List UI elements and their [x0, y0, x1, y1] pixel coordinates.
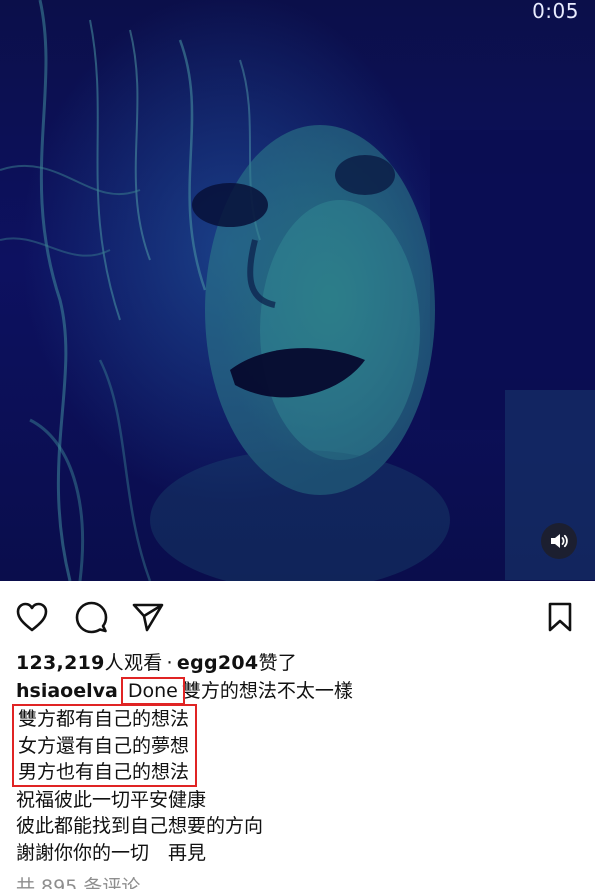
view-count-suffix: 人观看 — [104, 652, 163, 674]
save-button[interactable] — [542, 599, 578, 635]
caption-first-line: hsiaoelva Done 雙方的想法不太一樣 — [16, 677, 581, 705]
caption-line: 雙方都有自己的想法 — [18, 708, 190, 731]
comment-button[interactable] — [73, 599, 109, 635]
caption-line: 謝謝你你的一切 再見 — [16, 841, 207, 864]
mute-toggle-button[interactable] — [541, 523, 577, 559]
view-count-line[interactable]: 123,219人观看 · egg204赞了 — [16, 650, 581, 678]
highlighted-word: Done — [120, 677, 185, 705]
comment-icon — [75, 601, 108, 634]
instagram-post: 0:05 123,219人观看 · egg204赞了 hsiaoelva Don… — [0, 0, 595, 889]
highlighted-caption-block: 雙方都有自己的想法 女方還有自己的夢想 男方也有自己的想法 — [12, 704, 198, 788]
post-action-bar — [0, 595, 595, 639]
view-all-comments-link[interactable]: 共 895 条评论 — [16, 874, 140, 889]
speaker-icon — [551, 534, 568, 548]
caption-line: 祝福彼此一切平安健康 — [16, 789, 207, 812]
caption-username[interactable]: hsiaoelva — [16, 680, 118, 702]
post-text-area: 123,219人观看 · egg204赞了 hsiaoelva Done 雙方的想法不太… — [12, 650, 581, 889]
send-icon — [132, 603, 164, 632]
video-timestamp: 0:05 — [532, 0, 579, 23]
liked-text: 赞了 — [258, 652, 298, 674]
caption-line: 女方還有自己的夢想 — [18, 734, 190, 757]
caption-first-line-text: 雙方的想法不太一樣 — [181, 680, 353, 702]
view-count: 123,219 — [16, 652, 105, 674]
video-player[interactable]: 0:05 — [0, 0, 595, 581]
bookmark-icon — [548, 602, 572, 632]
caption-line: 彼此都能找到自己想要的方向 — [16, 815, 264, 838]
share-button[interactable] — [130, 599, 166, 635]
like-button[interactable] — [14, 599, 50, 635]
liker-username[interactable]: egg204 — [177, 652, 259, 674]
caption-line: 男方也有自己的想法 — [18, 760, 190, 783]
heart-icon — [16, 602, 48, 632]
video-frame — [0, 0, 595, 581]
separator-dot: · — [166, 652, 173, 674]
